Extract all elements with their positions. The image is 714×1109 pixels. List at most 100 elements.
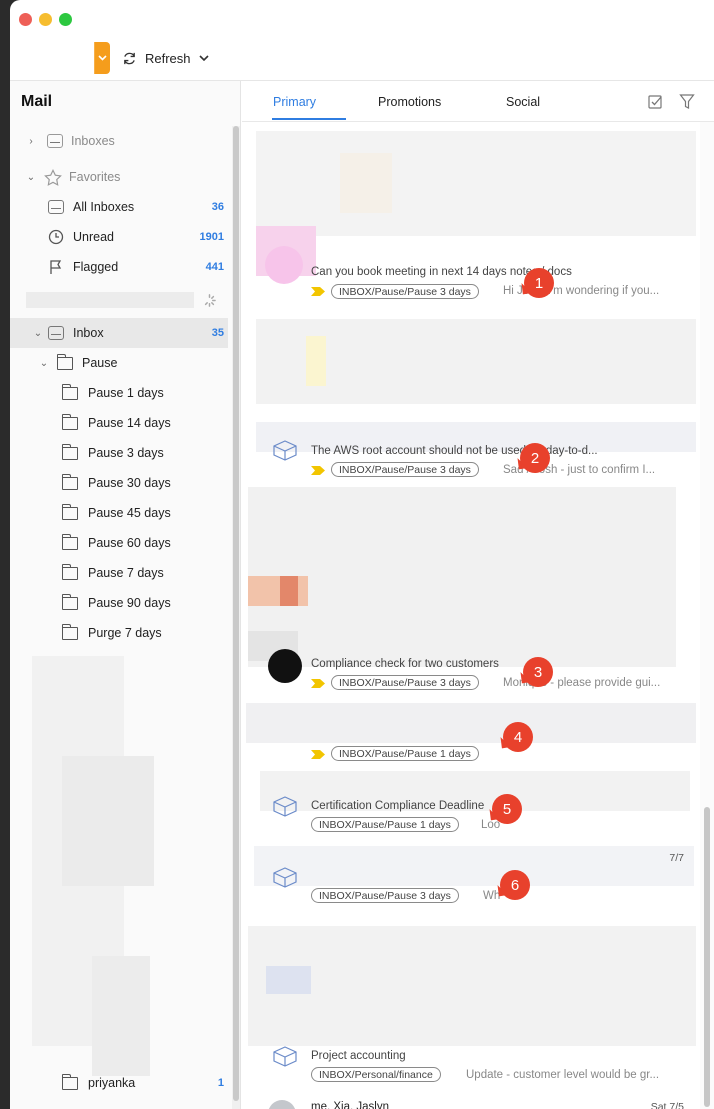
sidebar-item-flagged[interactable]: Flagged 441 [10,252,228,282]
sidebar-item-label: Unread [73,230,114,244]
chevron-down-icon[interactable] [198,55,209,61]
sidebar-item-pause-subfolder[interactable]: Pause 30 days [10,468,228,498]
sidebar-item-label: Pause 30 days [88,476,171,490]
tab-primary[interactable]: Primary [273,95,316,109]
folder-icon [61,443,78,460]
folder-icon [61,623,78,640]
sidebar-item-pause-subfolder[interactable]: Pause 7 days [10,558,228,588]
chevron-down-icon[interactable]: ⌄ [32,328,44,339]
star-icon [44,168,62,186]
folder-tag[interactable]: INBOX/Pause/Pause 3 days [311,888,459,903]
sidebar-item-label: Pause 7 days [88,566,164,580]
plus-icon: + [33,47,45,69]
unread-count: 35 [211,327,224,339]
annotation-badge: 6 [500,870,530,900]
annotation-badge: 5 [492,794,522,824]
close-window-button[interactable] [19,13,32,26]
refresh-button[interactable]: Refresh [122,46,209,70]
sidebar: Mail › Inboxes ⌄ Favorites All Inboxes 3… [10,81,241,1109]
sidebar-item-pause[interactable]: ⌄ Pause [10,348,228,378]
active-tab-indicator [272,118,346,120]
new-button[interactable]: + New [24,42,110,74]
message-date: 7/7 [669,852,684,864]
chevron-down-icon[interactable]: ⌄ [38,358,50,369]
annotation-badge: 2 [520,443,550,473]
sidebar-item-label: Pause 60 days [88,536,171,550]
chevron-down-icon[interactable]: ⌄ [25,172,37,183]
new-button-main[interactable]: + New [24,42,94,74]
refresh-label: Refresh [145,50,191,66]
folder-tag[interactable]: INBOX/Personal/finance [311,1067,441,1082]
inbox-tray-icon [47,134,63,148]
folder-icon [56,353,73,370]
select-all-checkbox-icon[interactable] [647,93,664,110]
sidebar-item-unread[interactable]: Unread 1901 [10,222,228,252]
message-date: Sat 7/5 [650,1101,684,1109]
sidebar-scrollbar[interactable] [232,126,240,1109]
sidebar-item-pause-subfolder[interactable]: Purge 7 days [10,618,228,648]
blurred-messages [248,487,676,667]
sidebar-item-all-inboxes[interactable]: All Inboxes 36 [10,192,228,222]
blurred-messages [280,576,298,606]
scrollbar-thumb[interactable] [233,126,239,1101]
zoom-window-button[interactable] [59,13,72,26]
toolbar: + New Refresh [10,36,714,81]
folder-icon [61,563,78,580]
sidebar-item-label: All Inboxes [73,200,135,214]
annotation-badge: 4 [503,722,533,752]
sidebar-item-pause-subfolder[interactable]: Pause 3 days [10,438,228,468]
blurred-messages [340,153,392,213]
message-sender: me, Xia, Jaslyn [311,1101,389,1109]
title-bar [10,0,714,36]
scrollbar-thumb[interactable] [704,807,710,1107]
message-list-scrollbar[interactable] [700,122,714,1109]
sidebar-item-favorites[interactable]: ⌄ Favorites [10,162,228,192]
message-subject: Compliance check for two customers [311,658,499,670]
tab-promotions[interactable]: Promotions [378,95,441,109]
message-subject: Certification Compliance Deadline [311,800,485,812]
blurred-messages [306,336,326,386]
refresh-icon [124,52,135,64]
tab-social[interactable]: Social [506,95,540,109]
loading-spinner-icon [204,294,216,307]
sidebar-item-inboxes[interactable]: › Inboxes [10,126,228,156]
inbox-tray-icon [48,200,64,214]
forward-flag-icon [311,287,325,296]
sidebar-item-label: Purge 7 days [88,626,162,640]
sidebar-item-label: Pause [82,356,118,370]
folder-icon [61,473,78,490]
inbox-tray-icon [48,326,64,340]
folder-tag[interactable]: INBOX/Pause/Pause 3 days [331,284,479,299]
folder-icon [61,1073,78,1090]
sidebar-item-pause-subfolder[interactable]: Pause 1 days [10,378,228,408]
sidebar-item-label: Pause 14 days [88,416,171,430]
new-dropdown-button[interactable] [94,42,110,74]
blurred-messages [266,966,311,994]
sidebar-item-priyanka[interactable]: priyanka 1 [10,1068,228,1098]
annotation-badge: 1 [524,268,554,298]
sender-avatar [268,1100,296,1109]
filter-icon[interactable] [679,93,695,110]
minimize-window-button[interactable] [39,13,52,26]
sidebar-item-inbox[interactable]: ⌄ Inbox 35 [10,318,228,348]
folder-tag[interactable]: INBOX/Pause/Pause 1 days [331,746,479,761]
message-subject: The AWS root account should not be used … [311,445,598,457]
sidebar-item-label: priyanka [88,1076,136,1090]
unread-count: 1901 [199,231,224,243]
clock-icon [48,229,64,245]
sidebar-item-pause-subfolder[interactable]: Pause 45 days [10,498,228,528]
sidebar-item-pause-subfolder[interactable]: Pause 90 days [10,588,228,618]
unread-count: 1 [217,1077,224,1089]
folder-tag[interactable]: INBOX/Pause/Pause 3 days [331,675,479,690]
unread-count: 441 [205,261,224,273]
folder-tag[interactable]: INBOX/Pause/Pause 1 days [311,817,459,832]
message-list-pane: Primary Promotions Social Can you book m… [242,81,714,1109]
blurred-messages [246,703,696,743]
folder-tag[interactable]: INBOX/Pause/Pause 3 days [331,462,479,477]
sidebar-item-pause-subfolder[interactable]: Pause 14 days [10,408,228,438]
sidebar-item-pause-subfolder[interactable]: Pause 60 days [10,528,228,558]
sidebar-item-label: Pause 90 days [88,596,171,610]
message-preview: Update - customer level would be gr... [466,1069,660,1081]
flag-icon [50,260,62,274]
chevron-right-icon[interactable]: › [25,136,37,147]
